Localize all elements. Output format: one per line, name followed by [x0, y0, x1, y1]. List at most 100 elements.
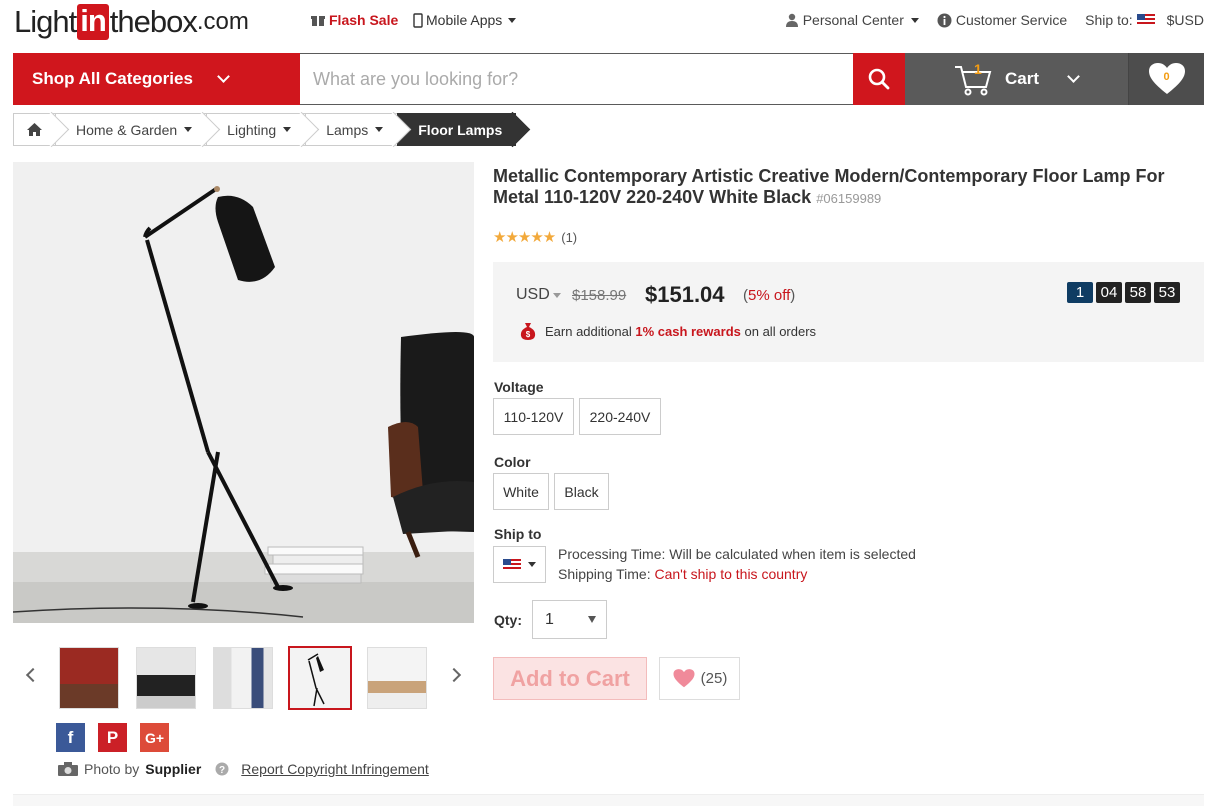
- wishlist-button[interactable]: 0: [1128, 53, 1204, 105]
- add-to-cart-button[interactable]: Add to Cart: [493, 657, 647, 700]
- color-label: Color: [494, 454, 531, 470]
- voltage-option-110[interactable]: 110-120V: [493, 398, 574, 435]
- countdown-timer: 1 04 58 53: [1067, 282, 1180, 303]
- chevron-down-icon: [375, 127, 384, 132]
- star-rating-icon: ★★★★★: [493, 229, 556, 246]
- flash-sale-link[interactable]: Flash Sale: [311, 12, 398, 28]
- search-box: [300, 54, 853, 104]
- ship-to-selector[interactable]: Ship to: $USD: [1085, 12, 1204, 28]
- discount-paren-close: ): [790, 287, 796, 304]
- user-icon: [785, 13, 798, 27]
- quantity-label: Qty:: [494, 612, 522, 628]
- chevron-down-icon: [552, 292, 561, 298]
- thumbnail-image[interactable]: [367, 647, 427, 709]
- ship-country-select[interactable]: [493, 546, 546, 583]
- currency-selector[interactable]: USD: [516, 286, 561, 304]
- chevron-left-icon[interactable]: [25, 667, 41, 683]
- main-nav-bar: Shop All Categories 1 Cart 0: [13, 53, 1204, 105]
- facebook-icon[interactable]: f: [56, 723, 85, 752]
- quantity-value: 1: [545, 610, 554, 628]
- cash-suffix: on all orders: [744, 323, 817, 339]
- chevron-down-icon: [283, 127, 292, 132]
- review-count: (1): [561, 229, 578, 245]
- google-plus-icon[interactable]: G+: [140, 723, 169, 752]
- cart-button[interactable]: 1 Cart: [905, 53, 1128, 105]
- voltage-option-220[interactable]: 220-240V: [579, 398, 661, 435]
- logo-text-light: Light: [14, 4, 77, 39]
- floor-lamp-photo: [13, 162, 474, 623]
- pinterest-icon[interactable]: P: [98, 723, 127, 752]
- breadcrumb-label: Lamps: [326, 121, 369, 138]
- chevron-right-icon[interactable]: [446, 667, 462, 683]
- breadcrumb-item[interactable]: Home & Garden: [55, 113, 207, 146]
- gift-icon: [311, 16, 325, 26]
- personal-center-menu[interactable]: Personal Center: [785, 12, 919, 28]
- heart-icon: [673, 669, 695, 688]
- discount-label: (5% off): [743, 287, 795, 304]
- product-sku: #06159989: [816, 191, 882, 206]
- chevron-down-icon: [528, 562, 536, 567]
- chevron-down-icon: [910, 17, 919, 23]
- sale-price: $151.04: [645, 282, 725, 307]
- site-logo[interactable]: Light in thebox .com: [14, 2, 249, 42]
- chevron-down-icon: [508, 17, 517, 23]
- color-option-white[interactable]: White: [493, 473, 549, 510]
- discount-value: 5% off: [748, 287, 791, 304]
- help-icon: ?: [215, 762, 229, 776]
- info-icon: [937, 13, 952, 27]
- cash-rewards-note: $ Earn additional 1% cash rewards on all…: [518, 321, 816, 341]
- original-price: $158.99: [572, 287, 627, 304]
- section-divider: [13, 794, 1204, 806]
- flash-sale-label: Flash Sale: [329, 12, 399, 28]
- timer-minutes: 58: [1125, 282, 1151, 303]
- thumbnail-image[interactable]: [213, 647, 273, 709]
- thumbnail-image[interactable]: [59, 647, 119, 709]
- breadcrumb-item[interactable]: Lighting: [206, 113, 306, 146]
- shipping-time-label: Shipping Time:: [558, 566, 651, 582]
- search-icon: [868, 68, 890, 90]
- customer-service-link[interactable]: Customer Service: [937, 12, 1067, 28]
- product-main-image[interactable]: [13, 162, 474, 623]
- chevron-down-icon: [184, 127, 193, 132]
- cart-label: Cart: [1005, 69, 1040, 88]
- breadcrumb-label: Lighting: [227, 121, 277, 138]
- personal-center-label: Personal Center: [802, 12, 904, 28]
- camera-icon: [58, 762, 78, 776]
- color-option-black[interactable]: Black: [554, 473, 609, 510]
- supplier-label: Supplier: [145, 761, 202, 777]
- svg-text:?: ?: [219, 765, 225, 776]
- logo-text-com: .com: [196, 8, 249, 35]
- wishlist-count-badge: 0: [1163, 71, 1170, 83]
- cart-count-badge: 1: [974, 61, 982, 77]
- social-share: f P G+: [56, 723, 169, 752]
- chevron-down-icon: [1067, 69, 1080, 83]
- customer-service-label: Customer Service: [955, 12, 1068, 28]
- photo-credit: Photo by Supplier ? Report Copyright Inf…: [58, 761, 429, 777]
- product-title: Metallic Contemporary Artistic Creative …: [493, 166, 1193, 209]
- search-input[interactable]: [313, 68, 853, 90]
- add-to-wishlist-button[interactable]: (25): [659, 657, 740, 700]
- us-flag-icon: [503, 558, 521, 571]
- shop-all-label: Shop All Categories: [32, 69, 193, 88]
- thumbnail-image[interactable]: [136, 647, 196, 709]
- mobile-apps-label: Mobile Apps: [426, 12, 503, 28]
- breadcrumb: Home & Garden Lighting Lamps Floor Lamps: [13, 113, 517, 146]
- product-rating[interactable]: ★★★★★ (1): [493, 228, 577, 246]
- mobile-apps-menu[interactable]: Mobile Apps: [413, 12, 517, 28]
- breadcrumb-label: Floor Lamps: [418, 121, 503, 138]
- svg-text:$: $: [526, 330, 531, 339]
- us-flag-icon: [1136, 14, 1155, 26]
- breadcrumb-home[interactable]: [13, 113, 55, 146]
- mobile-icon: [413, 12, 423, 28]
- breadcrumb-label: Home & Garden: [76, 121, 178, 138]
- search-button[interactable]: [853, 53, 905, 105]
- top-bar: Light in thebox .com Flash Sale Mobile Apps…: [0, 0, 1230, 46]
- voltage-label: Voltage: [494, 379, 544, 395]
- wishlist-count: (25): [700, 670, 728, 687]
- report-copyright-link[interactable]: Report Copyright Infringement: [241, 761, 429, 777]
- quantity-select[interactable]: 1: [532, 600, 607, 639]
- shop-all-categories-button[interactable]: Shop All Categories: [13, 53, 300, 105]
- ship-to-option-label: Ship to: [494, 526, 542, 542]
- logo-text-thebox: thebox: [109, 4, 198, 39]
- thumbnail-image-selected[interactable]: [288, 646, 352, 710]
